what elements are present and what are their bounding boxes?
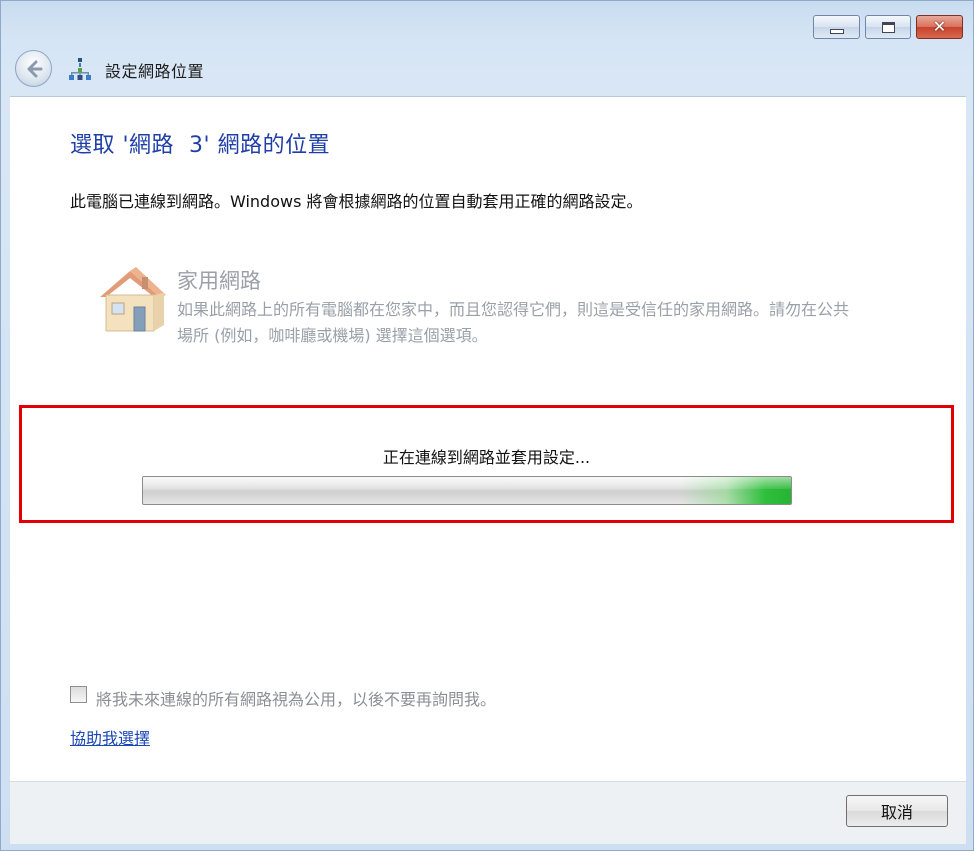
page-heading: 選取 '網路 3' 網路的位置: [70, 133, 331, 158]
close-button[interactable]: ✕: [916, 15, 963, 39]
minimize-icon: [829, 28, 844, 34]
opt-out-checkbox[interactable]: [70, 686, 87, 703]
home-icon: [100, 267, 166, 332]
footer-bar: 取消: [10, 781, 966, 844]
progress-bar: [142, 476, 792, 505]
maximize-button[interactable]: [865, 15, 911, 39]
content-panel: 選取 '網路 3' 網路的位置 此電腦已連線到網路。Windows 將會根據網路…: [10, 96, 966, 782]
option-title: 家用網路: [177, 269, 261, 293]
maximize-icon: [881, 21, 895, 33]
window-frame: ✕ 設定網路位置 選取 '網路 3' 網路的位置 此電腦已連線到網路。Windo…: [0, 0, 974, 851]
status-text: 正在連線到網路並套用設定...: [382, 448, 591, 467]
window-title: 設定網路位置: [105, 62, 205, 81]
minimize-button[interactable]: [813, 15, 860, 39]
network-icon: [69, 58, 91, 80]
help-me-choose-link[interactable]: 協助我選擇: [70, 725, 150, 749]
status-highlight-box: 正在連線到網路並套用設定...: [19, 405, 954, 523]
opt-out-label: 將我未來連線的所有網路視為公用，以後不要再詢問我。: [96, 690, 497, 709]
back-button[interactable]: [15, 50, 52, 87]
progress-gloss: [143, 477, 791, 489]
intro-text: 此電腦已連線到網路。Windows 將會根據網路的位置自動套用正確的網路設定。: [70, 192, 643, 211]
cancel-button[interactable]: 取消: [846, 795, 948, 827]
back-arrow-icon: [27, 60, 42, 77]
option-description: 如果此網路上的所有電腦都在您家中，而且您認得它們，則這是受信任的家用網路。請勿在…: [177, 300, 850, 345]
close-icon: ✕: [932, 17, 947, 36]
